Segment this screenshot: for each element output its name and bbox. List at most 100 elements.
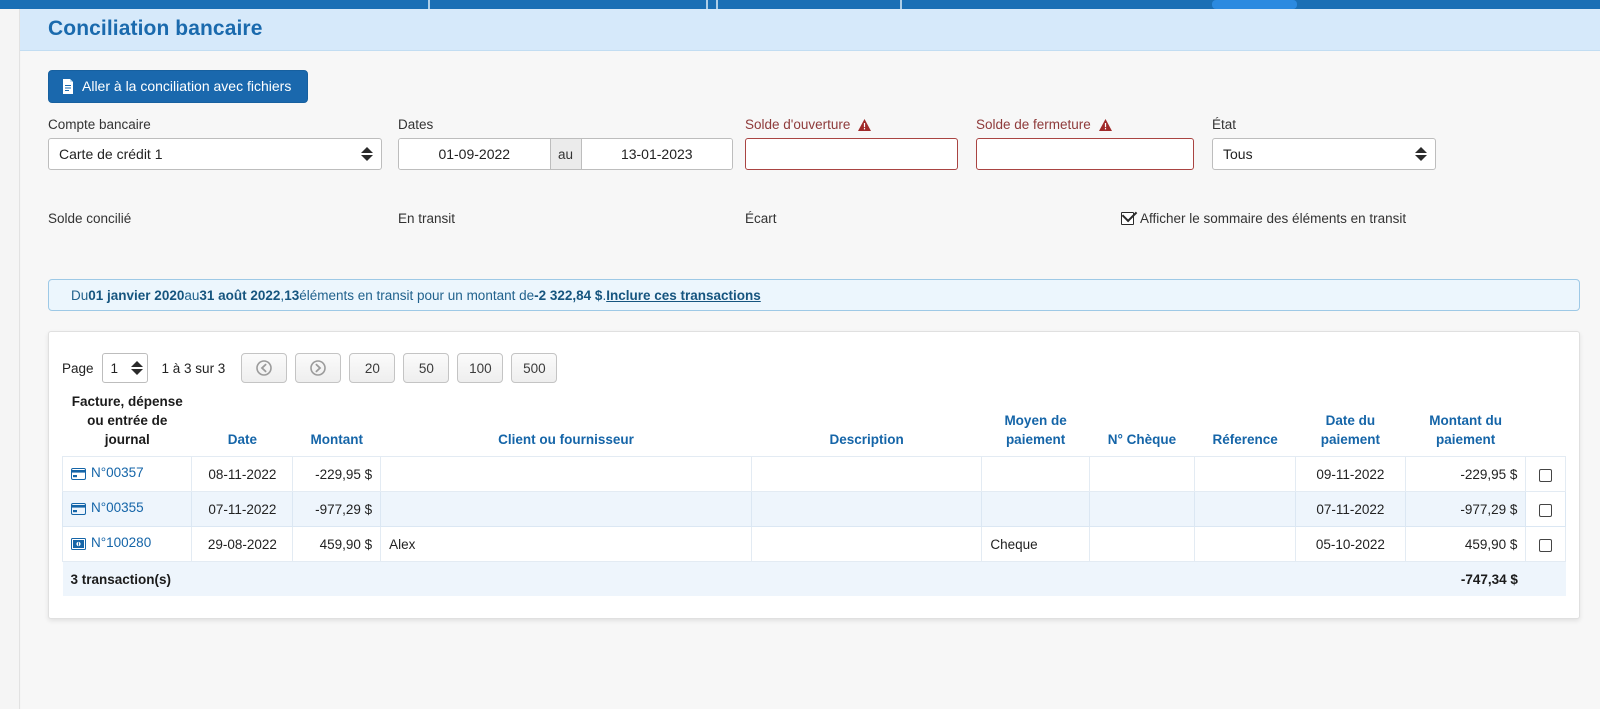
col-header-amount: Montant: [310, 432, 363, 448]
cell-document-ref[interactable]: N°00355: [61, 491, 193, 528]
page-label: Page: [62, 360, 94, 376]
page-number-value: 1: [110, 360, 119, 376]
cell-amount: 459,90 $: [292, 526, 382, 563]
nav-item-marker[interactable]: [900, 0, 902, 9]
row-select-checkbox[interactable]: [1539, 468, 1553, 482]
cell-customer: [380, 491, 752, 528]
nav-item-marker[interactable]: [428, 0, 430, 9]
banner-mid1: au: [184, 287, 200, 303]
cell-description: [750, 491, 983, 528]
footer-total-amount: -747,34 $: [1405, 561, 1526, 596]
show-transit-summary-checkbox[interactable]: Afficher le sommaire des éléments en tra…: [1121, 211, 1406, 226]
cell-date: 08-11-2022: [191, 456, 294, 493]
checkbox-checked-icon: [1121, 212, 1134, 225]
reconciled-balance-label: Solde concilié: [48, 211, 132, 226]
cell-payment-method: Cheque: [981, 526, 1090, 563]
top-navigation-bar[interactable]: [0, 0, 1600, 9]
nav-item-marker[interactable]: [716, 0, 718, 9]
document-link[interactable]: N°00355: [91, 500, 144, 515]
document-icon: [62, 79, 74, 94]
nav-item-marker[interactable]: [706, 0, 708, 9]
cell-reference: [1194, 526, 1297, 563]
page-header: Conciliation bancaire: [20, 9, 1600, 51]
go-to-file-reconciliation-button[interactable]: Aller à la conciliation avec fichiers: [48, 70, 309, 103]
show-transit-summary-label: Afficher le sommaire des éléments en tra…: [1140, 211, 1407, 226]
transactions-card: Page 1 1 à 3 sur 3 20 50 100 500 Facture…: [48, 331, 1580, 619]
row-select-checkbox[interactable]: [1539, 503, 1553, 517]
cell-select[interactable]: [1525, 526, 1566, 563]
cell-cheque-no: [1088, 526, 1196, 563]
col-header-select: [1526, 392, 1566, 457]
opening-balance-input[interactable]: [745, 138, 958, 170]
cell-document-ref[interactable]: N°100280: [61, 526, 193, 563]
state-select[interactable]: Tous: [1212, 138, 1436, 170]
table-row[interactable]: N°00357 08-11-2022 -229,95 $09-11-2022 -229…: [61, 456, 1566, 493]
cell-payment-method: [981, 491, 1090, 528]
filters-row: Compte bancaire Carte de crédit 1 Dates …: [48, 117, 1580, 177]
document-link[interactable]: N°100280: [91, 535, 151, 550]
closing-balance-label: Solde de fermeture: [976, 117, 1112, 134]
table-header-row: Facture, dépense ou entrée de journal Da…: [63, 392, 1566, 457]
include-transactions-link[interactable]: Inclure ces transactions: [606, 288, 761, 303]
col-header-payment-date: Date du paiement: [1320, 413, 1381, 448]
cell-amount: -229,95 $: [292, 456, 382, 493]
page-size-50-button[interactable]: 50: [403, 353, 450, 383]
banner-date-from: 01 janvier 2020: [88, 287, 185, 303]
date-from-input[interactable]: 01-09-2022: [399, 139, 550, 169]
page-size-20-button[interactable]: 20: [349, 353, 396, 383]
cell-document-ref[interactable]: N°00357: [61, 456, 193, 493]
col-header-description: Description: [829, 432, 904, 448]
cell-amount: -977,29 $: [292, 491, 382, 528]
left-rail: [0, 9, 20, 709]
cell-date: 07-11-2022: [191, 491, 294, 528]
table-row[interactable]: N°00355 07-11-2022 -977,29 $07-11-2022 -977…: [61, 491, 1566, 528]
dates-label: Dates: [398, 117, 434, 132]
cell-date: 29-08-2022: [191, 526, 294, 563]
cell-select[interactable]: [1525, 456, 1566, 493]
cell-customer: Alex: [380, 526, 752, 563]
col-header-customer: Client ou fournisseur: [498, 432, 634, 448]
credit-card-icon: [71, 503, 86, 518]
next-page-button[interactable]: [295, 353, 342, 383]
cell-select[interactable]: [1525, 491, 1566, 528]
cell-payment-date: 05-10-2022: [1295, 526, 1406, 563]
chevron-updown-icon: [1415, 147, 1427, 161]
cell-payment-amount: 459,90 $: [1404, 526, 1527, 563]
col-header-cheque-number: N° Chèque: [1107, 432, 1177, 448]
row-select-checkbox[interactable]: [1539, 538, 1553, 552]
balance-summary-row: Solde concilié En transit Écart Afficher…: [48, 211, 1580, 237]
in-transit-banner: Du 01 janvier 2020 au 31 août 2022, 13 é…: [48, 279, 1580, 311]
cell-payment-date: 09-11-2022: [1295, 456, 1406, 493]
closing-balance-input[interactable]: [976, 138, 1194, 170]
nav-active-item[interactable]: [1212, 0, 1297, 9]
account-select-value: Carte de crédit 1: [59, 146, 163, 162]
banner-date-to: 31 août 2022: [199, 287, 281, 303]
page-content: Aller à la conciliation avec fichiers Co…: [21, 51, 1600, 709]
footer-transaction-count: 3 transaction(s): [62, 561, 1406, 596]
page-size-500-button[interactable]: 500: [511, 353, 558, 383]
warning-triangle-icon: [1098, 119, 1112, 134]
cell-payment-method: [981, 456, 1090, 493]
cell-payment-amount: -229,95 $: [1404, 456, 1527, 493]
banner-count: 13: [284, 287, 300, 303]
footer-spacer: [1525, 561, 1566, 596]
closing-balance-label-text: Solde de fermeture: [976, 117, 1091, 132]
previous-page-button[interactable]: [241, 353, 288, 383]
col-header-payment-amount: Montant du paiement: [1429, 413, 1502, 448]
cell-payment-amount: -977,29 $: [1404, 491, 1527, 528]
pagination-range: 1 à 3 sur 3: [161, 360, 226, 376]
page-number-stepper[interactable]: 1: [101, 353, 148, 383]
page-size-100-button[interactable]: 100: [457, 353, 504, 383]
transactions-table: Facture, dépense ou entrée de journal Da…: [61, 392, 1566, 596]
col-header-document: Facture, dépense ou entrée de journal: [71, 394, 183, 448]
date-to-input[interactable]: 13-01-2023: [581, 139, 732, 169]
col-header-date: Date: [227, 432, 258, 448]
date-range-control[interactable]: 01-09-2022 au 13-01-2023: [398, 138, 733, 170]
cell-description: [750, 456, 983, 493]
account-select[interactable]: Carte de crédit 1: [48, 138, 382, 170]
document-link[interactable]: N°00357: [91, 465, 144, 480]
table-row[interactable]: N°100280 29-08-2022 459,90 $ Alex Cheque 05-1…: [61, 526, 1566, 563]
cell-description: [750, 526, 983, 563]
account-label: Compte bancaire: [48, 117, 151, 132]
col-header-payment-method: Moyen de paiement: [1004, 413, 1067, 448]
